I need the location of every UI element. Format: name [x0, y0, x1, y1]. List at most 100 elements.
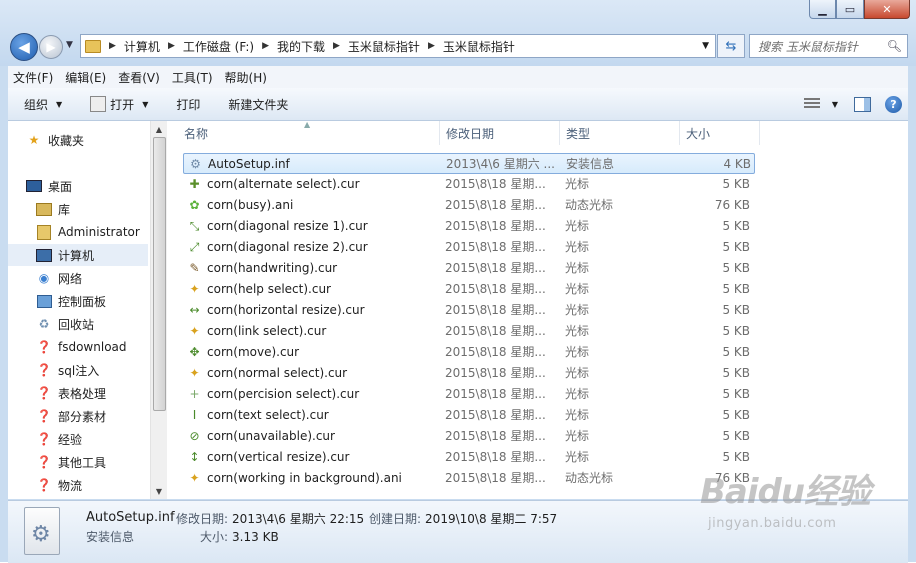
nav-item-logistics[interactable]: ❓ 物流 — [36, 474, 148, 496]
nav-scrollbar[interactable]: ▲ ▼ — [150, 121, 167, 499]
breadcrumb-separator-icon[interactable]: ▶ — [333, 41, 340, 51]
forward-button[interactable]: ▶ — [39, 35, 63, 59]
nav-item-label: sql注入 — [58, 363, 100, 378]
file-size: 5 KB — [722, 177, 750, 191]
help-icon[interactable]: ? — [885, 95, 902, 113]
nav-item-recycle-bin[interactable]: ♻ 回收站 — [36, 313, 148, 335]
open-button[interactable]: 打开 ▼ — [84, 94, 154, 115]
breadcrumb-separator-icon[interactable]: ▶ — [428, 41, 435, 51]
organize-button[interactable]: 组织 ▼ — [18, 94, 68, 115]
file-row[interactable]: ✥ corn(move).cur 2015\8\18 星期... 光标 5 KB — [183, 342, 755, 363]
scroll-down-icon[interactable]: ▼ — [151, 483, 167, 499]
recent-pages-dropdown[interactable]: ▼ — [66, 40, 73, 50]
file-date: 2015\8\18 星期... — [445, 198, 546, 212]
file-size: 5 KB — [722, 450, 750, 464]
column-header-name[interactable]: 名称 — [174, 121, 440, 145]
menu-help[interactable]: 帮助(H) — [220, 69, 272, 86]
unknown-folder-icon: ❓ — [36, 432, 52, 446]
file-type: 光标 — [565, 345, 590, 359]
unknown-folder-icon: ❓ — [36, 478, 52, 492]
nav-item-fsdownload[interactable]: ❓ fsdownload — [36, 336, 148, 358]
file-row[interactable]: ⚙ AutoSetup.inf 2013\4\6 星期六 ... 安装信息 4 … — [183, 153, 755, 174]
file-date: 2015\8\18 星期... — [445, 177, 546, 191]
file-row[interactable]: + corn(percision select).cur 2015\8\18 星… — [183, 384, 755, 405]
search-icon[interactable]: 🔍︎ — [887, 39, 902, 53]
breadcrumb-separator-icon[interactable]: ▶ — [109, 41, 116, 51]
nav-item-computer[interactable]: 计算机 — [8, 244, 148, 266]
nav-item-control-panel[interactable]: 控制面板 — [36, 290, 148, 312]
new-folder-button[interactable]: 新建文件夹 — [222, 94, 294, 115]
close-button[interactable]: ✕ — [864, 0, 910, 19]
print-button[interactable]: 打印 — [170, 94, 206, 115]
chevron-down-icon[interactable]: ▼ — [832, 100, 838, 109]
breadcrumb-item[interactable]: 计算机 — [124, 38, 160, 55]
minimize-button[interactable]: ▁ — [809, 0, 836, 19]
breadcrumb-separator-icon[interactable]: ▶ — [168, 41, 175, 51]
recycle-bin-icon: ♻ — [38, 317, 50, 331]
chevron-down-icon[interactable]: ▼ — [702, 41, 709, 51]
file-row[interactable]: ⤢ corn(diagonal resize 2).cur 2015\8\18 … — [183, 237, 755, 258]
refresh-button[interactable]: ⇆ — [717, 34, 745, 58]
nav-item-materials[interactable]: ❓ 部分素材 — [36, 405, 148, 427]
file-name: corn(percision select).cur — [207, 387, 360, 401]
back-button[interactable]: ◀ — [10, 33, 38, 61]
file-row[interactable]: I corn(text select).cur 2015\8\18 星期... … — [183, 405, 755, 426]
breadcrumb-item[interactable]: 玉米鼠标指针 — [443, 38, 515, 55]
nav-item-experience[interactable]: ❓ 经验 — [36, 428, 148, 450]
file-row[interactable]: ✦ corn(link select).cur 2015\8\18 星期... … — [183, 321, 755, 342]
menu-view[interactable]: 查看(V) — [113, 69, 165, 86]
unavailable-icon: ⊘ — [189, 429, 200, 443]
file-row[interactable]: ✎ corn(handwriting).cur 2015\8\18 星期... … — [183, 258, 755, 279]
file-row[interactable]: ↔ corn(horizontal resize).cur 2015\8\18 … — [183, 300, 755, 321]
nav-item-administrator[interactable]: Administrator — [36, 221, 148, 243]
details-created: 创建日期: 2019\10\8 星期二 7:57 — [369, 510, 557, 527]
file-row[interactable]: ⤡ corn(diagonal resize 1).cur 2015\8\18 … — [183, 216, 755, 237]
file-row[interactable]: ⊘ corn(unavailable).cur 2015\8\18 星期... … — [183, 426, 755, 447]
file-row[interactable]: ✦ corn(normal select).cur 2015\8\18 星期..… — [183, 363, 755, 384]
scroll-up-icon[interactable]: ▲ — [151, 121, 167, 137]
file-type: 动态光标 — [565, 198, 614, 212]
details-modified-label: 修改日期: — [176, 512, 229, 526]
file-row[interactable]: ✿ corn(busy).ani 2015\8\18 星期... 动态光标 76… — [183, 195, 755, 216]
preview-pane-icon[interactable] — [854, 96, 871, 112]
breadcrumb-item[interactable]: 我的下载 — [277, 38, 325, 55]
maximize-button[interactable]: ▭ — [836, 0, 864, 19]
file-date: 2015\8\18 星期... — [445, 261, 546, 275]
nav-item-spreadsheet[interactable]: ❓ 表格处理 — [36, 382, 148, 404]
user-folder-icon — [36, 224, 52, 240]
nav-item-sql[interactable]: ❓ sql注入 — [36, 359, 148, 381]
file-date: 2015\8\18 星期... — [445, 387, 546, 401]
column-label: 修改日期 — [446, 126, 495, 141]
column-header-size[interactable]: 大小 — [680, 121, 760, 145]
file-row[interactable]: ✦ corn(working in background).ani 2015\8… — [183, 468, 755, 489]
corn-cursor-icon: ✦ — [189, 282, 200, 296]
nav-item-network[interactable]: ◉ 网络 — [36, 267, 148, 289]
breadcrumb-item[interactable]: 玉米鼠标指针 — [348, 38, 420, 55]
details-created-value: 2019\10\8 星期二 7:57 — [425, 512, 558, 526]
file-row[interactable]: ✚ corn(alternate select).cur 2015\8\18 星… — [183, 174, 755, 195]
minimize-icon: ▁ — [818, 2, 827, 16]
column-header-date[interactable]: 修改日期 — [440, 121, 560, 145]
busy-cursor-icon: ✿ — [189, 198, 200, 212]
breadcrumb-separator-icon[interactable]: ▶ — [262, 41, 269, 51]
file-size: 5 KB — [722, 366, 750, 380]
chevron-down-icon: ▼ — [142, 99, 149, 109]
nav-item-other-tools[interactable]: ❓ 其他工具 — [36, 451, 148, 473]
menu-tools[interactable]: 工具(T) — [167, 69, 218, 86]
column-header-type[interactable]: 类型 — [560, 121, 680, 145]
scroll-thumb[interactable] — [153, 137, 166, 411]
view-options-icon[interactable] — [803, 98, 820, 110]
nav-item-libraries[interactable]: 库 — [36, 198, 148, 220]
menu-edit[interactable]: 编辑(E) — [60, 69, 111, 86]
file-row[interactable]: ✦ corn(help select).cur 2015\8\18 星期... … — [183, 279, 755, 300]
address-bar[interactable]: ▶ 计算机 ▶ 工作磁盘 (F:) ▶ 我的下载 ▶ 玉米鼠标指针 ▶ 玉米鼠标… — [80, 34, 716, 58]
nav-item-favorites[interactable]: ★ 收藏夹 — [26, 129, 148, 151]
menu-file[interactable]: 文件(F) — [8, 69, 58, 86]
search-box[interactable]: 搜索 玉米鼠标指针 🔍︎ — [749, 34, 908, 58]
nav-item-desktop[interactable]: 桌面 — [26, 175, 148, 197]
file-date: 2015\8\18 星期... — [445, 429, 546, 443]
move-cursor-icon: ✥ — [189, 345, 200, 359]
file-row[interactable]: ↕ corn(vertical resize).cur 2015\8\18 星期… — [183, 447, 755, 468]
search-input[interactable]: 搜索 玉米鼠标指针 — [758, 38, 887, 55]
breadcrumb-item[interactable]: 工作磁盘 (F:) — [183, 38, 254, 55]
